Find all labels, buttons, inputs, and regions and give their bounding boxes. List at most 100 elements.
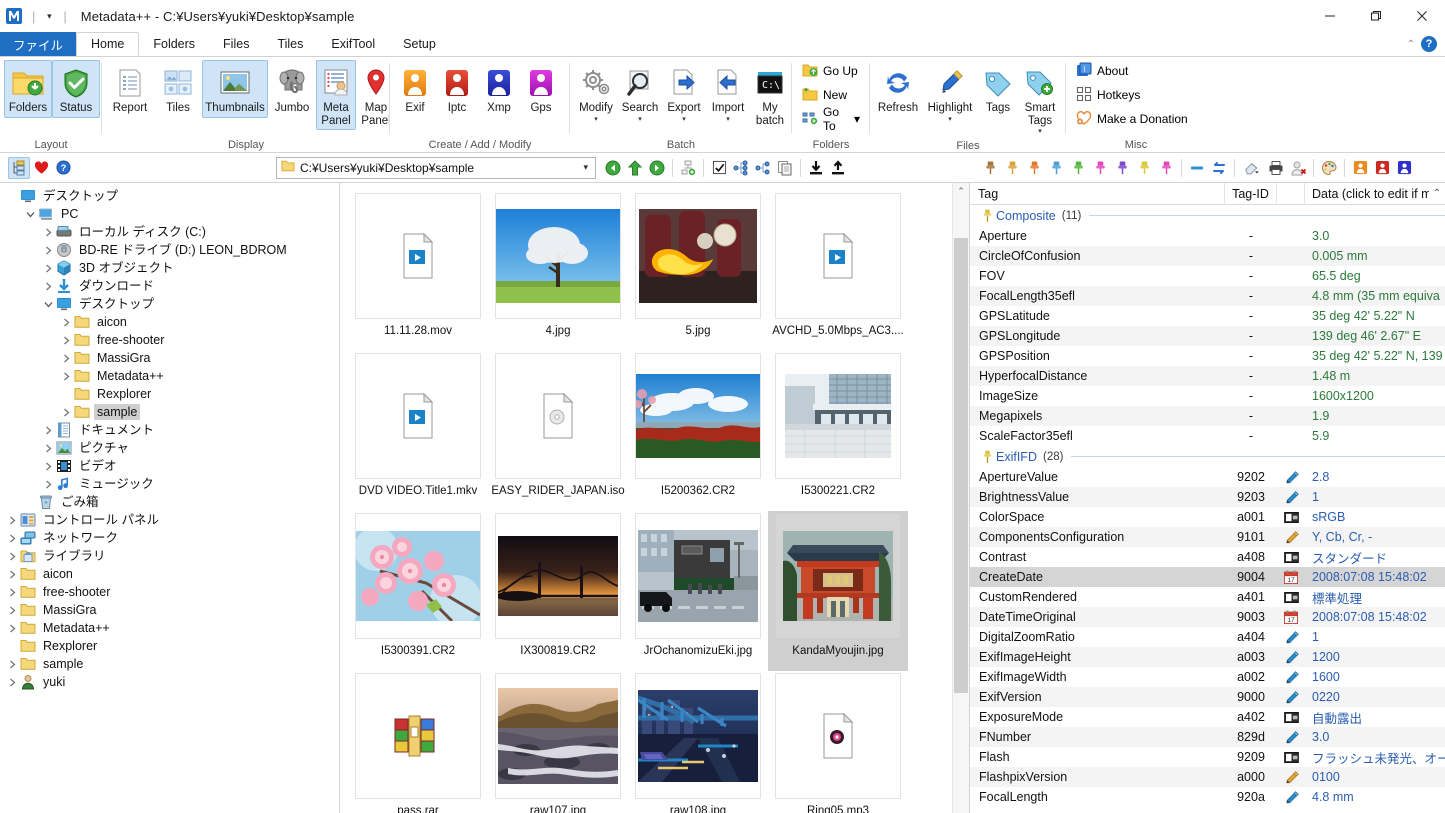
tree-node-Rexplorer[interactable]: Rexplorer [0,385,339,403]
chevron-right-icon[interactable] [41,439,55,457]
upload-icon[interactable] [827,157,849,179]
pin-icon-7[interactable] [1111,157,1133,179]
pin-icon-6[interactable] [1089,157,1111,179]
tree-node-[interactable]: ビデオ [0,457,339,475]
tree-node-[interactable]: ごみ箱 [0,493,339,511]
tree-node-MassiGra[interactable]: MassiGra [0,601,339,619]
metadata-row[interactable]: Megapixels - 1.9 [970,406,1445,426]
metadata-group-header[interactable]: Composite (11) [970,205,1445,226]
ribbon-button-xmp[interactable]: Xmp [478,60,520,118]
pin-icon-2[interactable] [1001,157,1023,179]
tree-node-[interactable]: ドキュメント [0,421,339,439]
tree-node-[interactable]: デスクトップ [0,187,339,205]
pin-icon-9[interactable] [1155,157,1177,179]
tree-node-[interactable]: ピクチャ [0,439,339,457]
collapse-ribbon-icon[interactable]: ⌃ [1407,39,1415,50]
tree-node-Rexplorer[interactable]: Rexplorer [0,637,339,655]
chevron-down-icon[interactable]: ▾ [594,116,598,123]
chevron-right-icon[interactable] [5,673,19,691]
tree-node-MassiGra[interactable]: MassiGra [0,349,339,367]
tree-node-aicon[interactable]: aicon [0,565,339,583]
thumbnail-pane[interactable]: 11.11.28.mov 4.jpg 5.jpg AVCHD_5.0Mbps_AC3.… [340,183,970,813]
metadata-value[interactable]: 1600x1200 [1305,389,1445,403]
chevron-right-icon[interactable] [5,565,19,583]
metadata-row[interactable]: ExifVersion 9000 0220 [970,687,1445,707]
metadata-row[interactable]: FocalLength35efl - 4.8 mm (35 mm equiva [970,286,1445,306]
scroll-up-button[interactable]: ⌃ [953,183,969,200]
metadata-row[interactable]: ExifImageWidth a002 1600 [970,667,1445,687]
metadata-value[interactable]: 1600 [1305,670,1445,684]
metadata-row[interactable]: HyperfocalDistance - 1.48 m [970,366,1445,386]
address-bar[interactable]: C:¥Users¥yuki¥Desktop¥sample ▾ [276,156,596,179]
ribbon-button-jumbo[interactable]: Jumbo [268,60,316,118]
metadata-row[interactable]: CreateDate 9004 17 2008:07:08 15:48:02 [970,567,1445,587]
ribbon-button-my-batch[interactable]: C:\ My batch [750,60,790,130]
ribbon-button-about[interactable]: i About [1070,59,1134,83]
metadata-row[interactable]: ScaleFactor35efl - 5.9 [970,426,1445,446]
metadata-value[interactable]: 1 [1305,630,1445,644]
metadata-value[interactable]: 0220 [1305,690,1445,704]
thumbnail-item[interactable]: AVCHD_5.0Mbps_AC3.... [768,191,908,351]
pin-icon-4[interactable] [1045,157,1067,179]
tab-files[interactable]: Files [209,32,263,56]
quick-access-dropdown[interactable]: ▾ [39,6,59,26]
tree-node-[interactable]: ダウンロード [0,277,339,295]
tree-node-[interactable]: ライブラリ [0,547,339,565]
lock-red-icon[interactable] [1371,157,1393,179]
metadata-value[interactable]: 4.8 mm (35 mm equiva [1305,289,1445,303]
chevron-right-icon[interactable] [41,475,55,493]
chevron-right-icon[interactable] [41,241,55,259]
chevron-down-icon[interactable] [23,205,37,223]
ribbon-button-iptc[interactable]: Iptc [436,60,478,118]
add-node-icon[interactable] [677,157,699,179]
thumbnail-item[interactable]: IX300819.CR2 [488,511,628,671]
help-icon[interactable]: ? [1421,36,1437,52]
chevron-right-icon[interactable] [41,259,55,277]
chevron-right-icon[interactable] [5,601,19,619]
thumbnail-scrollbar[interactable]: ⌃ [952,183,969,813]
folder-tree-pane[interactable]: デスクトップ PC ローカル ディスク (C:) BD-RE ドライブ (D:) LE… [0,183,340,813]
sync-icon[interactable] [1208,157,1230,179]
metadata-value[interactable]: 65.5 deg [1305,269,1445,283]
chevron-right-icon[interactable] [5,619,19,637]
remove-user-icon[interactable] [1287,157,1309,179]
chevron-right-icon[interactable] [5,583,19,601]
tree-node-sample[interactable]: sample [0,655,339,673]
chevron-right-icon[interactable] [41,223,55,241]
ribbon-button-search[interactable]: Search ▾ [618,60,662,126]
tree-node-aicon[interactable]: aicon [0,313,339,331]
metadata-value[interactable]: 1200 [1305,650,1445,664]
metadata-group-header[interactable]: ExifIFD (28) [970,446,1445,467]
metadata-value[interactable]: フラッシュ未発光、オートモ [1305,748,1445,767]
pin-icon[interactable] [970,450,996,464]
thumbnail-item[interactable]: I5300221.CR2 [768,351,908,511]
metadata-row[interactable]: Flash 9209 フラッシュ未発光、オートモ [970,747,1445,767]
metadata-value[interactable]: 2008:07:08 15:48:02 [1305,610,1445,624]
chevron-right-icon[interactable] [5,511,19,529]
tree-node-free-shooter[interactable]: free-shooter [0,583,339,601]
minus-blue-icon[interactable] [1186,157,1208,179]
chevron-right-icon[interactable] [59,313,73,331]
thumbnail-item[interactable]: 5.jpg [628,191,768,351]
chevron-down-icon[interactable]: ▾ [726,116,730,123]
chevron-right-icon[interactable] [41,277,55,295]
metadata-row[interactable]: CustomRendered a401 標準処理 [970,587,1445,607]
chevron-down-icon[interactable]: ▾ [1038,128,1042,135]
ribbon-button-report[interactable]: Report [106,60,154,118]
tab-home[interactable]: Home [76,32,140,56]
ribbon-button-gps[interactable]: Gps [520,60,562,118]
metadata-row[interactable]: ApertureValue 9202 2.8 [970,467,1445,487]
checkbox-icon[interactable] [708,157,730,179]
thumbnail-item[interactable]: EASY_RIDER_JAPAN.iso [488,351,628,511]
column-header-icon[interactable] [1277,183,1305,205]
lock-orange-icon[interactable] [1349,157,1371,179]
metadata-value[interactable]: 3.0 [1305,730,1445,744]
metadata-value[interactable]: 標準処理 [1305,588,1445,607]
tree-node-[interactable]: デスクトップ [0,295,339,313]
metadata-value[interactable]: 5.9 [1305,429,1445,443]
forward-green-icon[interactable] [646,157,668,179]
metadata-value[interactable]: 自動露出 [1305,708,1445,727]
metadata-row[interactable]: CircleOfConfusion - 0.005 mm [970,246,1445,266]
tree-node-sample[interactable]: sample [0,403,339,421]
metadata-row[interactable]: FOV - 65.5 deg [970,266,1445,286]
